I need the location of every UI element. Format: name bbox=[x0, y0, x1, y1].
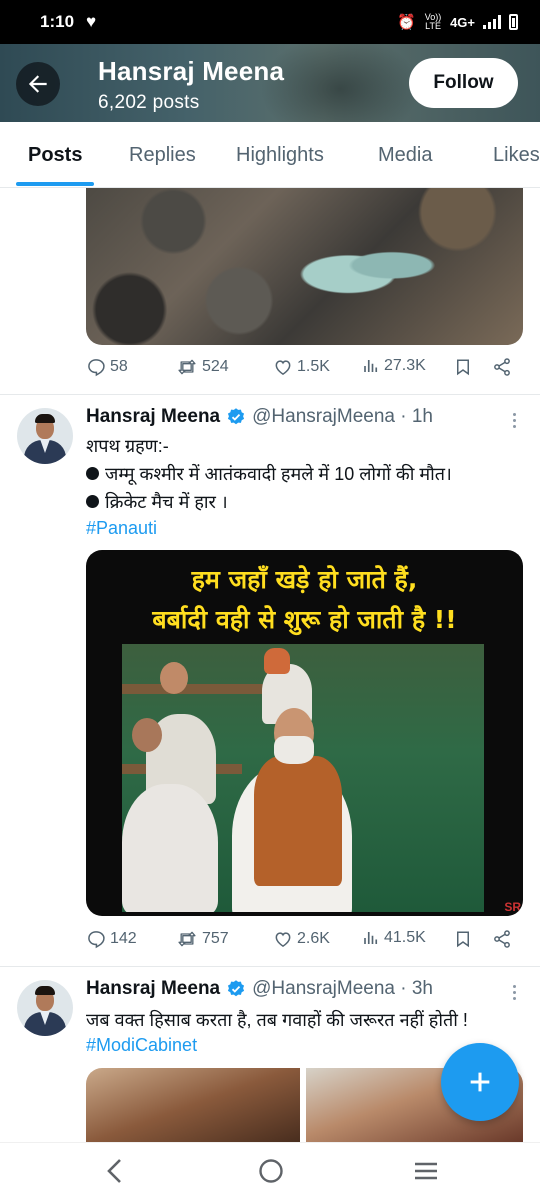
back-arrow-icon bbox=[28, 75, 47, 93]
reply-button[interactable]: 58 bbox=[86, 357, 128, 377]
avatar[interactable] bbox=[17, 408, 73, 464]
reply-count: 142 bbox=[110, 930, 137, 947]
views-button[interactable]: 27.3K bbox=[362, 357, 426, 375]
reply-icon bbox=[88, 931, 105, 949]
bookmark-button[interactable] bbox=[454, 357, 472, 377]
verified-icon bbox=[226, 407, 246, 427]
posts-feed[interactable]: 58 524 1.5K 27.3K Hansraj Meena @Hansraj… bbox=[0, 188, 540, 1142]
post-text-content: जम्मू कश्मीर में आतंकवादी हमले में 10 लो… bbox=[105, 464, 452, 484]
post-text-line: क्रिकेट मैच में हार । bbox=[86, 490, 228, 514]
share-icon bbox=[494, 930, 510, 948]
post-actions: 58 524 1.5K 27.3K bbox=[86, 357, 516, 385]
tab-replies[interactable]: Replies bbox=[129, 144, 196, 167]
reply-button[interactable]: 142 bbox=[86, 929, 137, 949]
like-button[interactable]: 2.6K bbox=[273, 929, 330, 949]
tab-media[interactable]: Media bbox=[378, 144, 432, 167]
repost-button[interactable]: 757 bbox=[176, 929, 229, 949]
network-label: 4G+ bbox=[450, 14, 475, 30]
post-divider bbox=[0, 966, 540, 967]
compose-button[interactable] bbox=[441, 1043, 519, 1121]
system-navigation-bar bbox=[0, 1142, 540, 1200]
parliament-photo bbox=[122, 644, 484, 912]
post-header: Hansraj Meena @HansrajMeena · 1h bbox=[86, 406, 433, 428]
nav-recents-icon[interactable] bbox=[412, 1157, 440, 1185]
reply-count: 58 bbox=[110, 358, 128, 375]
bullet-icon bbox=[86, 467, 99, 480]
views-icon bbox=[364, 360, 378, 372]
nav-home-icon[interactable] bbox=[257, 1157, 285, 1185]
profile-header: Hansraj Meena 6,202 posts Follow bbox=[0, 44, 540, 122]
status-time: 1:10 bbox=[40, 12, 75, 31]
verified-icon bbox=[226, 979, 246, 999]
alarm-icon: ⏰ bbox=[397, 14, 417, 31]
author-name[interactable]: Hansraj Meena bbox=[86, 406, 220, 428]
like-icon bbox=[275, 932, 291, 947]
more-icon[interactable] bbox=[504, 410, 524, 430]
back-button[interactable] bbox=[16, 62, 60, 106]
status-bar: 1:10 ♥ ⏰ Vo)) LTE 4G+ bbox=[0, 0, 540, 44]
compose-icon bbox=[470, 1072, 490, 1092]
reply-icon bbox=[88, 359, 105, 377]
heart-icon: ♥ bbox=[86, 12, 97, 31]
hashtag-link[interactable]: #Panauti bbox=[86, 518, 157, 539]
status-icons: ⏰ Vo)) LTE 4G+ bbox=[397, 13, 518, 31]
image-caption-line: बर्बादी वही से शुरू हो जाती है !! bbox=[152, 605, 457, 634]
bookmark-icon bbox=[457, 359, 469, 376]
like-icon bbox=[275, 360, 291, 375]
post-image[interactable]: हम जहाँ खड़े हो जाते हैं, बर्बादी वही से… bbox=[86, 550, 523, 916]
post-text-line: शपथ ग्रहण:- bbox=[86, 436, 169, 456]
like-button[interactable]: 1.5K bbox=[273, 357, 330, 377]
post-divider bbox=[0, 394, 540, 395]
repost-icon bbox=[178, 359, 196, 375]
views-count: 27.3K bbox=[384, 357, 426, 374]
author-name[interactable]: Hansraj Meena bbox=[86, 978, 220, 1000]
profile-name: Hansraj Meena bbox=[98, 56, 285, 86]
post-text-content: क्रिकेट मैच में हार । bbox=[105, 492, 228, 512]
tab-posts[interactable]: Posts bbox=[28, 144, 82, 167]
avatar[interactable] bbox=[17, 980, 73, 1036]
battery-icon bbox=[509, 14, 518, 30]
tab-highlights[interactable]: Highlights bbox=[236, 144, 324, 167]
tab-likes[interactable]: Likes bbox=[493, 144, 540, 167]
share-button[interactable] bbox=[492, 929, 512, 949]
post-image[interactable] bbox=[86, 188, 523, 345]
follow-button[interactable]: Follow bbox=[409, 58, 518, 108]
author-handle[interactable]: @HansrajMeena · 3h bbox=[252, 978, 433, 1000]
active-tab-indicator bbox=[16, 182, 94, 186]
repost-button[interactable]: 524 bbox=[176, 357, 229, 377]
post-image[interactable] bbox=[86, 1068, 300, 1142]
repost-count: 757 bbox=[202, 930, 229, 947]
profile-tabs: Posts Replies Highlights Media Likes bbox=[0, 122, 540, 188]
nav-back-icon[interactable] bbox=[104, 1157, 126, 1185]
share-button[interactable] bbox=[492, 357, 512, 377]
hashtag-link[interactable]: #ModiCabinet bbox=[86, 1035, 197, 1056]
post-text-line: जम्मू कश्मीर में आतंकवादी हमले में 10 लो… bbox=[86, 462, 452, 486]
post-text-line: जब वक्त हिसाब करता है, तब गवाहों की जरूर… bbox=[86, 1010, 468, 1030]
signal-icon bbox=[483, 15, 501, 29]
bullet-icon bbox=[86, 495, 99, 508]
repost-count: 524 bbox=[202, 358, 229, 375]
image-caption-line: हम जहाँ खड़े हो जाते हैं, bbox=[191, 565, 418, 594]
like-count: 2.6K bbox=[297, 930, 330, 947]
bookmark-icon bbox=[457, 931, 469, 948]
share-icon bbox=[494, 358, 510, 376]
views-icon bbox=[364, 932, 378, 944]
author-handle[interactable]: @HansrajMeena · 1h bbox=[252, 406, 433, 428]
like-count: 1.5K bbox=[297, 358, 330, 375]
views-button[interactable]: 41.5K bbox=[362, 929, 426, 947]
post-actions: 142 757 2.6K 41.5K bbox=[86, 929, 516, 957]
volte-label: Vo)) LTE bbox=[424, 12, 442, 31]
repost-icon bbox=[178, 931, 196, 947]
post-count: 6,202 posts bbox=[98, 92, 200, 113]
post-header: Hansraj Meena @HansrajMeena · 3h bbox=[86, 978, 433, 1000]
bookmark-button[interactable] bbox=[454, 929, 472, 949]
views-count: 41.5K bbox=[384, 929, 426, 946]
image-watermark: SR bbox=[504, 900, 521, 914]
more-icon[interactable] bbox=[504, 982, 524, 1002]
